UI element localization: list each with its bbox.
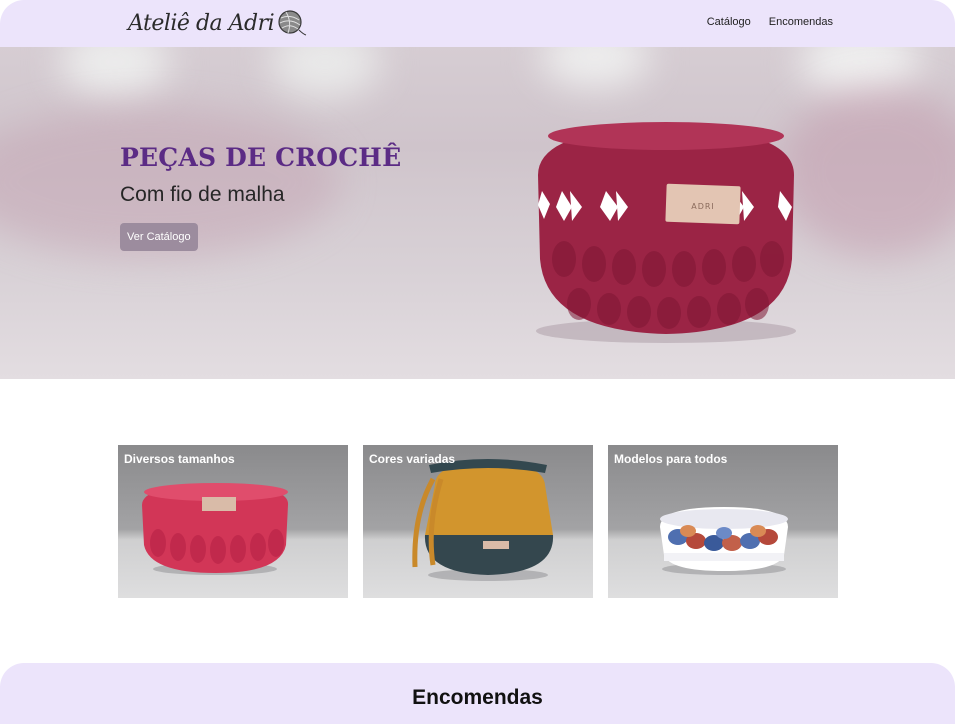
main-nav: Catálogo Encomendas (707, 16, 833, 28)
nav-encomendas[interactable]: Encomendas (769, 16, 833, 28)
site-header: Ateliê da Adri Catálogo Encomendas (0, 0, 955, 47)
card-label: Modelos para todos (614, 452, 728, 466)
hero-text: PEÇAS DE CROCHÊ Com fio de malha Ver Cat… (120, 143, 401, 251)
logo-text: Ateliê da Adri (128, 10, 275, 36)
background-blur (60, 47, 170, 97)
yarn-ball-icon (278, 10, 307, 36)
orders-title: Encomendas (412, 686, 543, 709)
orders-section: Encomendas (0, 663, 955, 724)
background-blur (540, 47, 650, 87)
crochet-basket-image: ADRI (536, 122, 796, 343)
pink-basket-image (142, 483, 289, 575)
hero-banner: ADRI PEÇAS DE CROCHÊ Com fio de malha Ve… (0, 47, 955, 379)
card-sizes[interactable]: Diversos tamanhos (118, 445, 348, 598)
card-label: Cores variadas (369, 452, 456, 466)
hero-title: PEÇAS DE CROCHÊ (120, 143, 402, 172)
nav-catalogo[interactable]: Catálogo (707, 16, 751, 28)
logo[interactable]: Ateliê da Adri (128, 6, 307, 40)
card-label: Diversos tamanhos (124, 452, 235, 466)
feature-cards: Diversos tamanhos Cores variadas Modelos… (118, 445, 838, 598)
background-blur (270, 47, 380, 97)
card-models[interactable]: Modelos para todos (608, 445, 838, 598)
hero-subtitle: Com fio de malha (120, 183, 285, 206)
patterned-bowl-image (660, 507, 788, 575)
svg-text:ADRI: ADRI (691, 202, 715, 211)
card-colors[interactable]: Cores variadas (363, 445, 593, 598)
catalog-button[interactable]: Ver Catálogo (120, 223, 198, 251)
drawstring-bag-image (412, 459, 554, 581)
